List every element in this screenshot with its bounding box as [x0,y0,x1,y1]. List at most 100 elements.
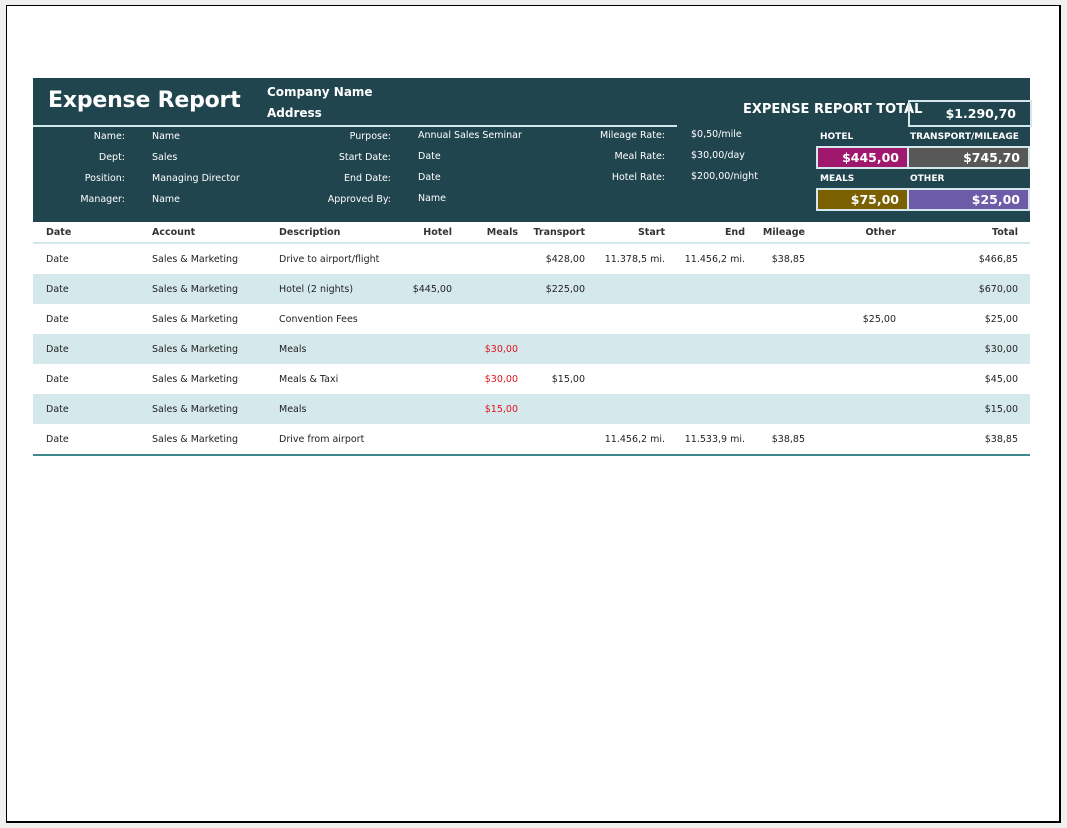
cell-date[interactable]: Date [46,274,152,304]
cell-hotel[interactable] [393,364,452,394]
col-header-other[interactable]: Other [805,222,896,244]
cell-account[interactable]: Sales & Marketing [152,364,279,394]
cell-date[interactable]: Date [46,394,152,424]
cell-account[interactable]: Sales & Marketing [152,424,279,456]
cell-mileage[interactable] [745,274,805,304]
cell-start[interactable]: 11.456,2 mi. [585,424,665,456]
position-field[interactable]: Managing Director [152,168,302,189]
cell-date[interactable]: Date [46,424,152,456]
col-header-mileage[interactable]: Mileage [745,222,805,244]
cell-end[interactable]: 11.456,2 mi. [665,243,745,274]
cell-transport[interactable] [518,394,585,424]
meal-rate-field[interactable]: $30,00/day [691,145,801,166]
start-date-field[interactable]: Date [418,146,568,167]
col-header-transport[interactable]: Transport [518,222,585,244]
cell-account[interactable]: Sales & Marketing [152,334,279,364]
cell-meals[interactable]: $15,00 [452,394,518,424]
cell-mileage[interactable]: $38,85 [745,243,805,274]
cell-transport[interactable] [518,424,585,456]
name-field[interactable]: Name [152,126,302,147]
col-header-account[interactable]: Account [152,222,279,244]
cell-date[interactable]: Date [46,334,152,364]
cell-description[interactable]: Drive to airport/flight [279,243,393,274]
cell-other[interactable] [805,243,896,274]
cell-meals[interactable] [452,274,518,304]
purpose-field[interactable]: Annual Sales Seminar [418,125,568,146]
cell-hotel[interactable] [393,304,452,334]
cell-other[interactable] [805,334,896,364]
cell-mileage[interactable] [745,364,805,394]
cell-transport[interactable] [518,334,585,364]
cell-date[interactable]: Date [46,304,152,334]
cell-total[interactable]: $38,85 [896,424,1018,456]
cell-description[interactable]: Hotel (2 nights) [279,274,393,304]
cell-meals[interactable]: $30,00 [452,364,518,394]
col-header-end[interactable]: End [665,222,745,244]
cell-other[interactable] [805,394,896,424]
cell-account[interactable]: Sales & Marketing [152,304,279,334]
manager-field[interactable]: Name [152,189,302,210]
cell-other[interactable] [805,364,896,394]
cell-other[interactable] [805,424,896,456]
cell-total[interactable]: $670,00 [896,274,1018,304]
cell-transport[interactable]: $15,00 [518,364,585,394]
cell-start[interactable] [585,274,665,304]
cell-total[interactable]: $15,00 [896,394,1018,424]
cell-account[interactable]: Sales & Marketing [152,394,279,424]
hotel-rate-field[interactable]: $200,00/night [691,166,801,187]
cell-transport[interactable]: $225,00 [518,274,585,304]
cell-start[interactable] [585,334,665,364]
cell-hotel[interactable] [393,243,452,274]
cell-end[interactable] [665,364,745,394]
cell-end[interactable] [665,274,745,304]
cell-hotel[interactable] [393,334,452,364]
col-header-meals[interactable]: Meals [452,222,518,244]
cell-other[interactable] [805,274,896,304]
cell-meals[interactable] [452,304,518,334]
cell-account[interactable]: Sales & Marketing [152,243,279,274]
cell-start[interactable] [585,304,665,334]
col-header-date[interactable]: Date [46,222,152,244]
cell-end[interactable] [665,304,745,334]
cell-end[interactable] [665,334,745,364]
cell-mileage[interactable]: $38,85 [745,424,805,456]
cell-total[interactable]: $30,00 [896,334,1018,364]
company-name[interactable]: Company Name [267,82,373,103]
cell-account[interactable]: Sales & Marketing [152,274,279,304]
col-header-start[interactable]: Start [585,222,665,244]
cell-end[interactable]: 11.533,9 mi. [665,424,745,456]
cell-transport[interactable]: $428,00 [518,243,585,274]
end-date-field[interactable]: Date [418,167,568,188]
cell-total[interactable]: $45,00 [896,364,1018,394]
cell-description[interactable]: Drive from airport [279,424,393,456]
approved-by-field[interactable]: Name [418,188,568,209]
cell-description[interactable]: Meals [279,394,393,424]
cell-start[interactable] [585,364,665,394]
cell-description[interactable]: Convention Fees [279,304,393,334]
cell-meals[interactable]: $30,00 [452,334,518,364]
cell-start[interactable] [585,394,665,424]
dept-field[interactable]: Sales [152,147,302,168]
cell-meals[interactable] [452,243,518,274]
cell-mileage[interactable] [745,394,805,424]
cell-mileage[interactable] [745,334,805,364]
cell-meals[interactable] [452,424,518,456]
mileage-rate-field[interactable]: $0,50/mile [691,124,801,145]
cell-other[interactable]: $25,00 [805,304,896,334]
cell-description[interactable]: Meals & Taxi [279,364,393,394]
col-header-total[interactable]: Total [896,222,1018,244]
cell-mileage[interactable] [745,304,805,334]
cell-transport[interactable] [518,304,585,334]
col-header-description[interactable]: Description [279,222,393,244]
cell-hotel[interactable]: $445,00 [393,274,452,304]
company-address[interactable]: Address [267,103,373,124]
cell-start[interactable]: 11.378,5 mi. [585,243,665,274]
cell-hotel[interactable] [393,394,452,424]
cell-hotel[interactable] [393,424,452,456]
cell-total[interactable]: $25,00 [896,304,1018,334]
cell-total[interactable]: $466,85 [896,243,1018,274]
cell-date[interactable]: Date [46,243,152,274]
cell-description[interactable]: Meals [279,334,393,364]
col-header-hotel[interactable]: Hotel [393,222,452,244]
cell-end[interactable] [665,394,745,424]
